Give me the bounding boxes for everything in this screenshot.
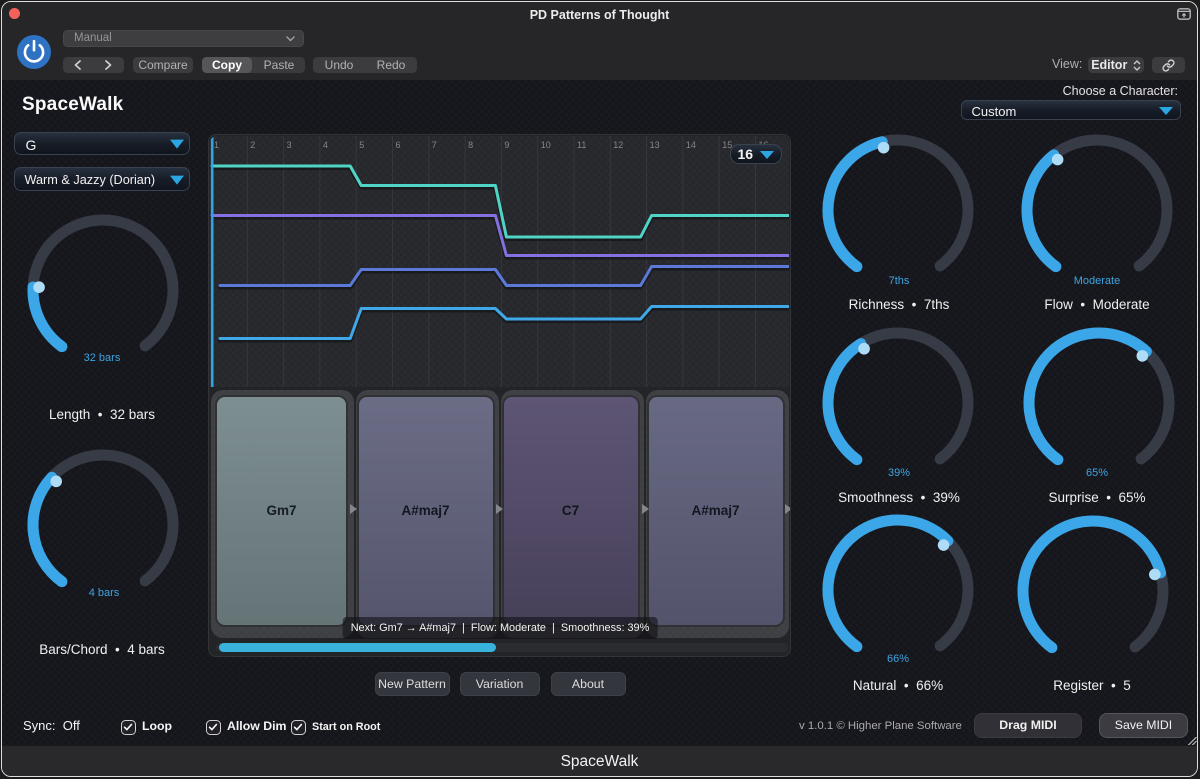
- svg-text:5: 5: [359, 140, 364, 150]
- svg-text:8: 8: [468, 140, 473, 150]
- svg-text:2: 2: [250, 140, 255, 150]
- svg-text:9: 9: [504, 140, 509, 150]
- svg-text:12: 12: [613, 140, 623, 150]
- svg-text:13: 13: [650, 140, 660, 150]
- svg-text:10: 10: [541, 140, 551, 150]
- svg-text:14: 14: [686, 140, 696, 150]
- svg-text:11: 11: [577, 140, 586, 150]
- svg-text:1: 1: [214, 140, 219, 150]
- svg-text:6: 6: [396, 140, 401, 150]
- svg-text:3: 3: [287, 140, 292, 150]
- svg-text:4: 4: [323, 140, 328, 150]
- svg-text:7: 7: [432, 140, 437, 150]
